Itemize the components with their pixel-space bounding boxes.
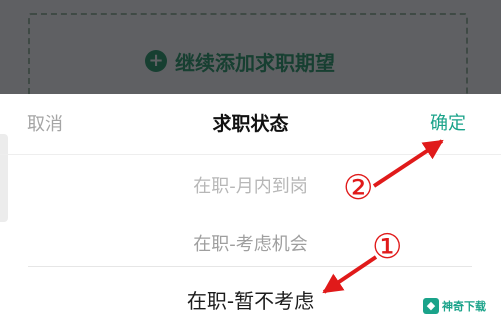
- annotation-layer: ② ①: [322, 139, 444, 294]
- watermark-badge: ◆ 神奇下载: [423, 296, 495, 316]
- arrow-to-selected-option: [322, 255, 378, 294]
- marker-2: ②: [343, 168, 373, 208]
- marker-1: ①: [372, 227, 402, 267]
- arrow-to-confirm: [372, 139, 444, 188]
- watermark-text: 神奇下载: [442, 300, 486, 313]
- download-logo-icon: ◆: [423, 298, 439, 314]
